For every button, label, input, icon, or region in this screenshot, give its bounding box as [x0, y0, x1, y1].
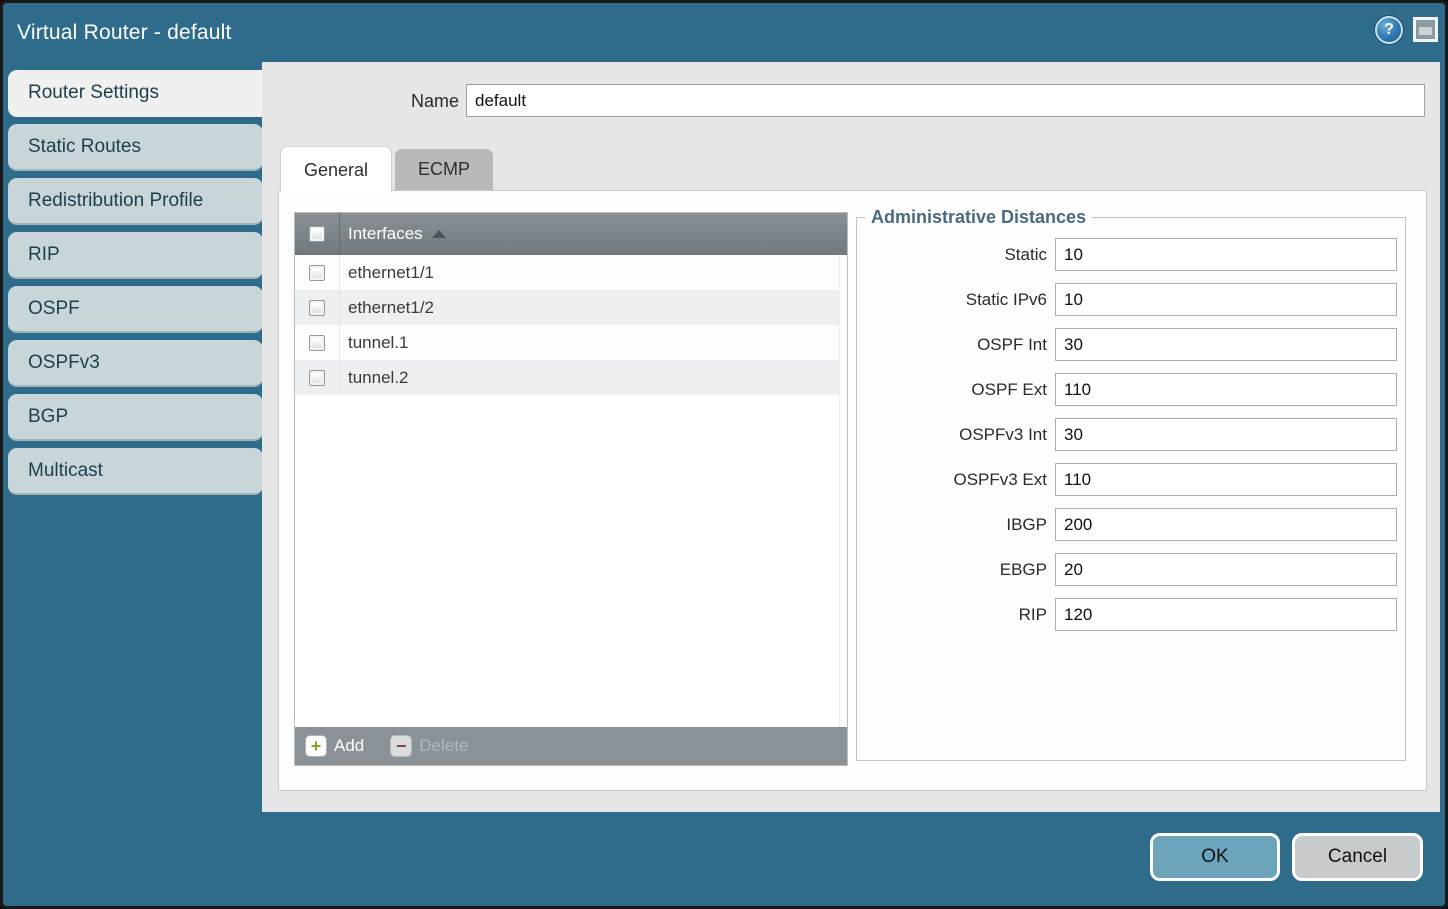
sidebar-item-router-settings[interactable]: Router Settings — [8, 70, 263, 117]
help-icon[interactable]: ? — [1375, 16, 1403, 44]
sidebar-item-label: Router Settings — [28, 82, 159, 104]
table-row[interactable]: ethernet1/2 — [295, 290, 847, 325]
static-ipv6-field[interactable] — [1055, 283, 1397, 316]
ibgp-field[interactable] — [1055, 508, 1397, 541]
ebgp-label: EBGP — [857, 560, 1047, 580]
row-checkbox-cell — [295, 255, 340, 290]
router-settings-panel: Name General ECMP Interfaces — [262, 62, 1440, 812]
admin-distance-row: EBGP — [857, 553, 1405, 586]
delete-minus-icon: − — [390, 735, 412, 757]
cancel-button-label: Cancel — [1328, 846, 1387, 868]
admin-distance-row: IBGP — [857, 508, 1405, 541]
sidebar-item-redistribution-profile[interactable]: Redistribution Profile — [8, 178, 263, 225]
select-all-checkbox[interactable] — [309, 226, 325, 242]
interface-name: ethernet1/1 — [340, 263, 434, 283]
ibgp-label: IBGP — [857, 515, 1047, 535]
sidebar-item-label: OSPF — [28, 298, 80, 320]
name-input[interactable] — [466, 84, 1425, 117]
name-label: Name — [362, 86, 459, 117]
delete-button[interactable]: − Delete — [390, 735, 468, 757]
sidebar-item-label: Redistribution Profile — [28, 190, 203, 212]
add-button-label: Add — [334, 736, 364, 756]
sidebar-item-bgp[interactable]: BGP — [8, 394, 263, 441]
admin-distance-row: OSPFv3 Ext — [857, 463, 1405, 496]
interfaces-table-header[interactable]: Interfaces — [295, 213, 847, 255]
title-bar: Virtual Router - default ? — [3, 3, 1445, 62]
sidebar-item-static-routes[interactable]: Static Routes — [8, 124, 263, 171]
ospfv3-int-field[interactable] — [1055, 418, 1397, 451]
cancel-button[interactable]: Cancel — [1292, 833, 1423, 881]
help-icon-glyph: ? — [1384, 21, 1394, 39]
admin-distance-row: OSPF Ext — [857, 373, 1405, 406]
admin-distance-row: OSPFv3 Int — [857, 418, 1405, 451]
ospf-int-label: OSPF Int — [857, 335, 1047, 355]
interfaces-table-body: ethernet1/1 ethernet1/2 tunnel.1 — [295, 255, 847, 727]
administrative-distances-fieldset: Administrative Distances Static Static I… — [856, 207, 1406, 761]
sidebar-item-label: OSPFv3 — [28, 352, 100, 374]
add-plus-icon: + — [305, 735, 327, 757]
row-checkbox-cell — [295, 290, 340, 325]
interface-name: tunnel.2 — [340, 368, 409, 388]
ok-button-label: OK — [1201, 846, 1228, 868]
table-row[interactable]: ethernet1/1 — [295, 255, 847, 290]
tab-general-label: General — [304, 160, 368, 180]
ebgp-field[interactable] — [1055, 553, 1397, 586]
static-label: Static — [857, 245, 1047, 265]
rip-label: RIP — [857, 605, 1047, 625]
interfaces-column-label: Interfaces — [348, 224, 423, 244]
table-scrollbar[interactable] — [839, 255, 847, 727]
interface-name: tunnel.1 — [340, 333, 409, 353]
admin-distance-row: Static IPv6 — [857, 283, 1405, 316]
sidebar-item-label: Multicast — [28, 460, 103, 482]
sidebar-item-label: RIP — [28, 244, 60, 266]
interfaces-column-header[interactable]: Interfaces — [340, 224, 446, 244]
tab-ecmp-label: ECMP — [418, 159, 470, 179]
ok-button[interactable]: OK — [1150, 833, 1280, 881]
sidebar-item-rip[interactable]: RIP — [8, 232, 263, 279]
admin-distance-row: OSPF Int — [857, 328, 1405, 361]
admin-distance-row: RIP — [857, 598, 1405, 631]
row-checkbox[interactable] — [309, 335, 325, 351]
select-all-cell — [295, 213, 340, 255]
sidebar-item-multicast[interactable]: Multicast — [8, 448, 263, 495]
ospf-int-field[interactable] — [1055, 328, 1397, 361]
static-field[interactable] — [1055, 238, 1397, 271]
ospf-ext-label: OSPF Ext — [857, 380, 1047, 400]
row-checkbox-cell — [295, 325, 340, 360]
admin-distance-row: Static — [857, 238, 1405, 271]
dialog-title: Virtual Router - default — [17, 3, 232, 62]
delete-button-label: Delete — [419, 736, 468, 756]
table-row[interactable]: tunnel.2 — [295, 360, 847, 395]
row-checkbox[interactable] — [309, 265, 325, 281]
ospf-ext-field[interactable] — [1055, 373, 1397, 406]
row-checkbox-cell — [295, 360, 340, 395]
add-button[interactable]: + Add — [305, 735, 364, 757]
tab-ecmp[interactable]: ECMP — [395, 149, 493, 190]
interfaces-table-footer: + Add − Delete — [295, 727, 847, 765]
sort-ascending-icon — [432, 230, 446, 238]
rip-field[interactable] — [1055, 598, 1397, 631]
tab-general[interactable]: General — [280, 146, 392, 192]
ospfv3-ext-field[interactable] — [1055, 463, 1397, 496]
sidebar-item-ospf[interactable]: OSPF — [8, 286, 263, 333]
static-ipv6-label: Static IPv6 — [857, 290, 1047, 310]
ospfv3-ext-label: OSPFv3 Ext — [857, 470, 1047, 490]
sidebar-item-label: BGP — [28, 406, 68, 428]
sidebar-item-ospfv3[interactable]: OSPFv3 — [8, 340, 263, 387]
interface-name: ethernet1/2 — [340, 298, 434, 318]
interfaces-table: Interfaces ethernet1/1 ethernet1/2 — [294, 212, 848, 766]
sidebar: Router Settings Static Routes Redistribu… — [8, 70, 263, 502]
window-restore-icon-pane — [1419, 27, 1432, 35]
administrative-distances-title: Administrative Distances — [865, 207, 1092, 228]
table-row[interactable]: tunnel.1 — [295, 325, 847, 360]
window-restore-icon[interactable] — [1413, 17, 1438, 42]
row-checkbox[interactable] — [309, 300, 325, 316]
virtual-router-dialog: Virtual Router - default ? Router Settin… — [0, 0, 1448, 909]
general-tab-panel: Interfaces ethernet1/1 ethernet1/2 — [278, 190, 1427, 791]
ospfv3-int-label: OSPFv3 Int — [857, 425, 1047, 445]
sidebar-item-label: Static Routes — [28, 136, 141, 158]
row-checkbox[interactable] — [309, 370, 325, 386]
